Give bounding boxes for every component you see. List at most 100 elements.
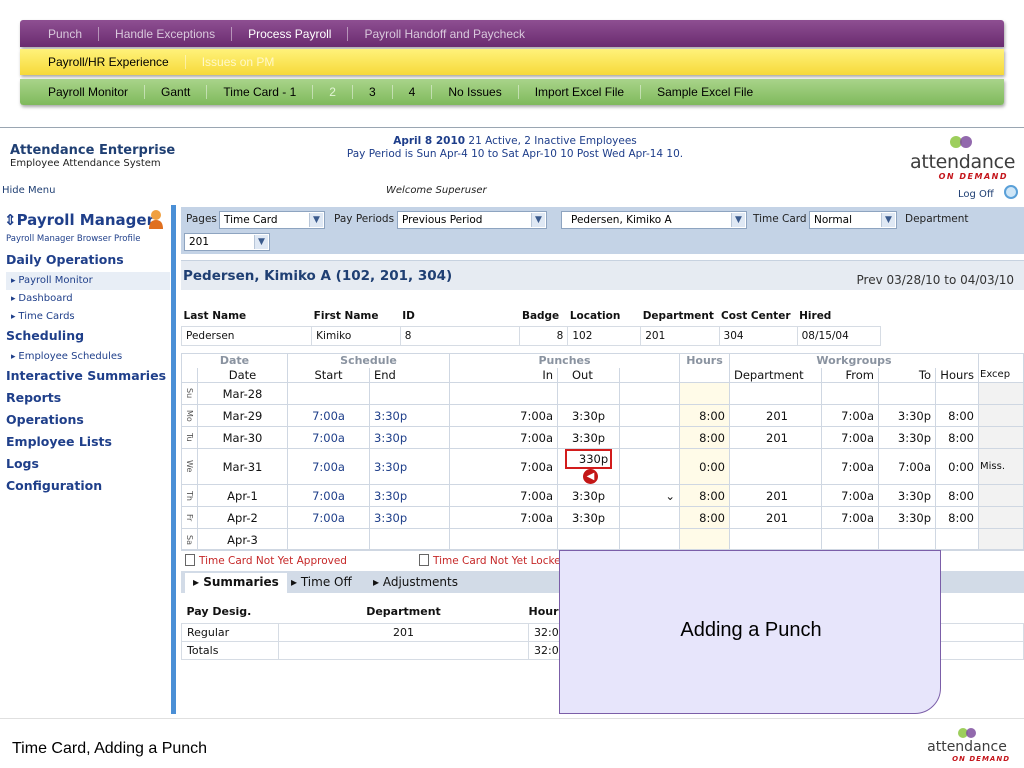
punch-out-cell[interactable] <box>557 528 620 551</box>
nav-sample-excel[interactable]: Sample Excel File <box>641 85 769 99</box>
time-card-rows: Su Mar-28 Mo Mar-29 7:00a 3:30p 7:00a 3:30p 8:00… <box>181 382 1024 551</box>
department-select[interactable]: 201 ▼ <box>184 233 270 251</box>
pages-select[interactable]: Time Card ▼ <box>219 211 325 229</box>
schedule-start-cell[interactable]: 7:00a <box>287 506 370 529</box>
punch-out-cell[interactable]: 3:30p <box>557 506 620 529</box>
nav-process-payroll[interactable]: Process Payroll <box>232 26 349 41</box>
approval-status: Time Card Not Yet Approved <box>185 554 347 567</box>
time-card-select[interactable]: Normal ▼ <box>809 211 897 229</box>
table-row[interactable]: Su Mar-28 <box>181 382 1024 405</box>
log-off-link[interactable]: Log Off <box>958 189 994 200</box>
info-cell: Pedersen <box>180 325 313 346</box>
schedule-start-cell[interactable]: 7:00a <box>287 484 370 507</box>
punch-out-cell[interactable]: 3:30p <box>557 426 620 449</box>
previous-period-link[interactable]: Prev 03/28/10 to 04/03/10 <box>857 273 1014 287</box>
nav-no-issues[interactable]: No Issues <box>432 85 519 99</box>
punch-flag-icon[interactable] <box>619 382 680 405</box>
sidebar-item-daily-operations[interactable]: Daily Operations <box>6 250 170 272</box>
workgroup-from-cell: 7:00a <box>821 404 879 427</box>
schedule-start-cell[interactable] <box>287 382 370 405</box>
table-row[interactable]: Tu Mar-30 7:00a 3:30p 7:00a 3:30p 8:00 201 7:00a… <box>181 426 1024 449</box>
nav-punch[interactable]: Punch <box>20 26 100 41</box>
punch-in-cell[interactable] <box>449 528 558 551</box>
schedule-end-cell[interactable]: 3:30p <box>369 404 450 427</box>
table-row[interactable]: Mo Mar-29 7:00a 3:30p 7:00a 3:30p 8:00 201 7:00a… <box>181 404 1024 427</box>
pay-periods-select[interactable]: Previous Period ▼ <box>397 211 547 229</box>
workgroup-hours-cell <box>935 382 979 405</box>
tab-summaries[interactable]: ▸ Summaries <box>185 573 287 593</box>
punch-in-cell[interactable] <box>449 382 558 405</box>
nav-payroll-handoff[interactable]: Payroll Handoff and Paycheck <box>348 27 541 41</box>
punch-out-cell[interactable]: 3:30p <box>557 484 620 507</box>
sidebar-item-configuration[interactable]: Configuration <box>6 476 170 498</box>
schedule-end-cell[interactable]: 3:30p <box>369 426 450 449</box>
log-off-icon[interactable] <box>1004 185 1018 199</box>
logo-dots-icon <box>950 136 972 148</box>
schedule-start-cell[interactable]: 7:00a <box>287 426 370 449</box>
day-cell: Tu <box>181 426 198 449</box>
schedule-end-cell[interactable]: 3:30p <box>369 506 450 529</box>
nav-payroll-hr-experience[interactable]: Payroll/HR Experience <box>20 55 186 69</box>
punch-in-cell[interactable]: 7:00a <box>449 448 558 485</box>
user-avatar-icon <box>149 210 163 229</box>
punch-flag-icon[interactable] <box>619 506 680 529</box>
punch-in-cell[interactable]: 7:00a <box>449 484 558 507</box>
hours-cell: 8:00 <box>679 506 730 529</box>
sidebar-item-logs[interactable]: Logs <box>6 454 170 476</box>
schedule-end-cell[interactable]: 3:30p <box>369 484 450 507</box>
table-row[interactable]: Fr Apr-2 7:00a 3:30p 7:00a 3:30p 8:00 201 7:00a 3… <box>181 506 1024 529</box>
sidebar-item-interactive-summaries[interactable]: Interactive Summaries <box>6 366 170 388</box>
table-row[interactable]: We Mar-31 7:00a 3:30p 7:00a 330p◀ 0:00 7:00a 7:0… <box>181 448 1024 485</box>
schedule-start-cell[interactable]: 7:00a <box>287 448 370 485</box>
date-cell: Mar-30 <box>197 426 288 449</box>
sidebar-item-payroll-monitor[interactable]: Payroll Monitor <box>6 272 170 290</box>
nav-time-card-1[interactable]: Time Card - 1 <box>207 85 314 99</box>
schedule-end-cell[interactable]: 3:30p <box>369 448 450 485</box>
hours-cell: 8:00 <box>679 404 730 427</box>
sidebar-item-reports[interactable]: Reports <box>6 388 170 410</box>
table-row[interactable]: Sa Apr-3 <box>181 528 1024 551</box>
sidebar-item-time-cards[interactable]: Time Cards <box>6 308 170 326</box>
employee-select[interactable]: Pedersen, Kimiko A ▼ <box>561 211 747 229</box>
punch-in-cell[interactable]: 7:00a <box>449 404 558 427</box>
sidebar-item-scheduling[interactable]: Scheduling <box>6 326 170 348</box>
nav-payroll-monitor[interactable]: Payroll Monitor <box>20 85 146 99</box>
schedule-start-cell[interactable]: 7:00a <box>287 404 370 427</box>
sidebar-title[interactable]: ⇕Payroll Manager <box>4 211 154 229</box>
schedule-end-cell[interactable] <box>369 528 450 551</box>
punch-in-cell[interactable]: 7:00a <box>449 506 558 529</box>
punch-out-cell[interactable] <box>557 382 620 405</box>
punch-out-cell[interactable]: 3:30p <box>557 404 620 427</box>
nav-issues-on-pm[interactable]: Issues on PM <box>186 55 291 69</box>
workgroup-to-cell <box>878 528 936 551</box>
sidebar-item-employee-schedules[interactable]: Employee Schedules <box>6 348 170 366</box>
punch-flag-icon[interactable] <box>619 448 680 485</box>
punch-out-input[interactable]: 330p <box>564 449 613 469</box>
punch-flag-icon[interactable]: ⌄ <box>619 484 680 507</box>
workgroup-from-cell: 7:00a <box>821 426 879 449</box>
welcome-text: Welcome Superuser <box>386 185 487 196</box>
day-cell: We <box>181 448 198 485</box>
tab-time-off[interactable]: ▸ Time Off <box>291 575 352 589</box>
nav-time-card-3[interactable]: 3 <box>353 85 393 99</box>
tab-adjustments[interactable]: ▸ Adjustments <box>373 575 458 589</box>
hide-menu-link[interactable]: Hide Menu <box>2 185 55 196</box>
nav-gantt[interactable]: Gantt <box>145 85 208 99</box>
punch-flag-icon[interactable] <box>619 426 680 449</box>
schedule-start-cell[interactable] <box>287 528 370 551</box>
punch-in-cell[interactable]: 7:00a <box>449 426 558 449</box>
schedule-end-cell[interactable] <box>369 382 450 405</box>
sidebar-item-employee-lists[interactable]: Employee Lists <box>6 432 170 454</box>
table-row[interactable]: Th Apr-1 7:00a 3:30p 7:00a 3:30p ⌄ 8:00 201 7:00a… <box>181 484 1024 507</box>
workgroup-department-cell: 201 <box>729 506 822 529</box>
punch-flag-icon[interactable] <box>619 528 680 551</box>
sidebar-item-dashboard[interactable]: Dashboard <box>6 290 170 308</box>
punch-flag-icon[interactable] <box>619 404 680 427</box>
nav-import-excel[interactable]: Import Excel File <box>519 85 642 99</box>
sidebar-item-operations[interactable]: Operations <box>6 410 170 432</box>
info-header: Last Name <box>183 310 247 323</box>
punch-out-cell[interactable]: 330p◀ <box>557 448 620 485</box>
nav-time-card-2[interactable]: 2 <box>313 85 353 99</box>
nav-time-card-4[interactable]: 4 <box>393 85 433 99</box>
nav-handle-exceptions[interactable]: Handle Exceptions <box>99 26 233 41</box>
